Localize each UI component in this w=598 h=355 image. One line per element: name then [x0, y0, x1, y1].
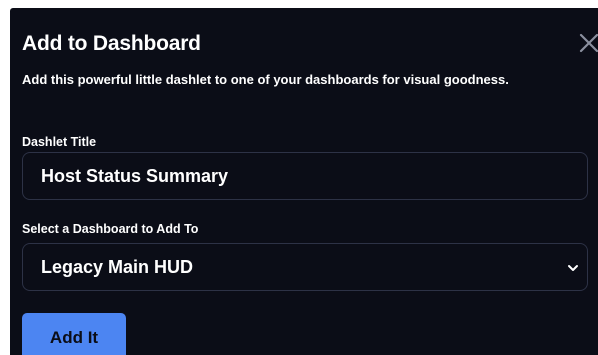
- close-icon[interactable]: [575, 28, 598, 58]
- chevron-down-icon: [567, 262, 579, 274]
- add-to-dashboard-modal: Add to Dashboard Add this powerful littl…: [10, 8, 598, 355]
- dashboard-select-label: Select a Dashboard to Add To: [22, 222, 199, 236]
- dashboard-select-value: Legacy Main HUD: [41, 256, 194, 277]
- modal-title: Add to Dashboard: [22, 32, 201, 55]
- dashlet-title-input[interactable]: [22, 152, 588, 200]
- dashboard-select[interactable]: Legacy Main HUD: [22, 243, 588, 291]
- dashlet-title-label: Dashlet Title: [22, 135, 97, 149]
- modal-description: Add this powerful little dashlet to one …: [22, 72, 509, 87]
- add-it-button[interactable]: Add It: [22, 313, 126, 355]
